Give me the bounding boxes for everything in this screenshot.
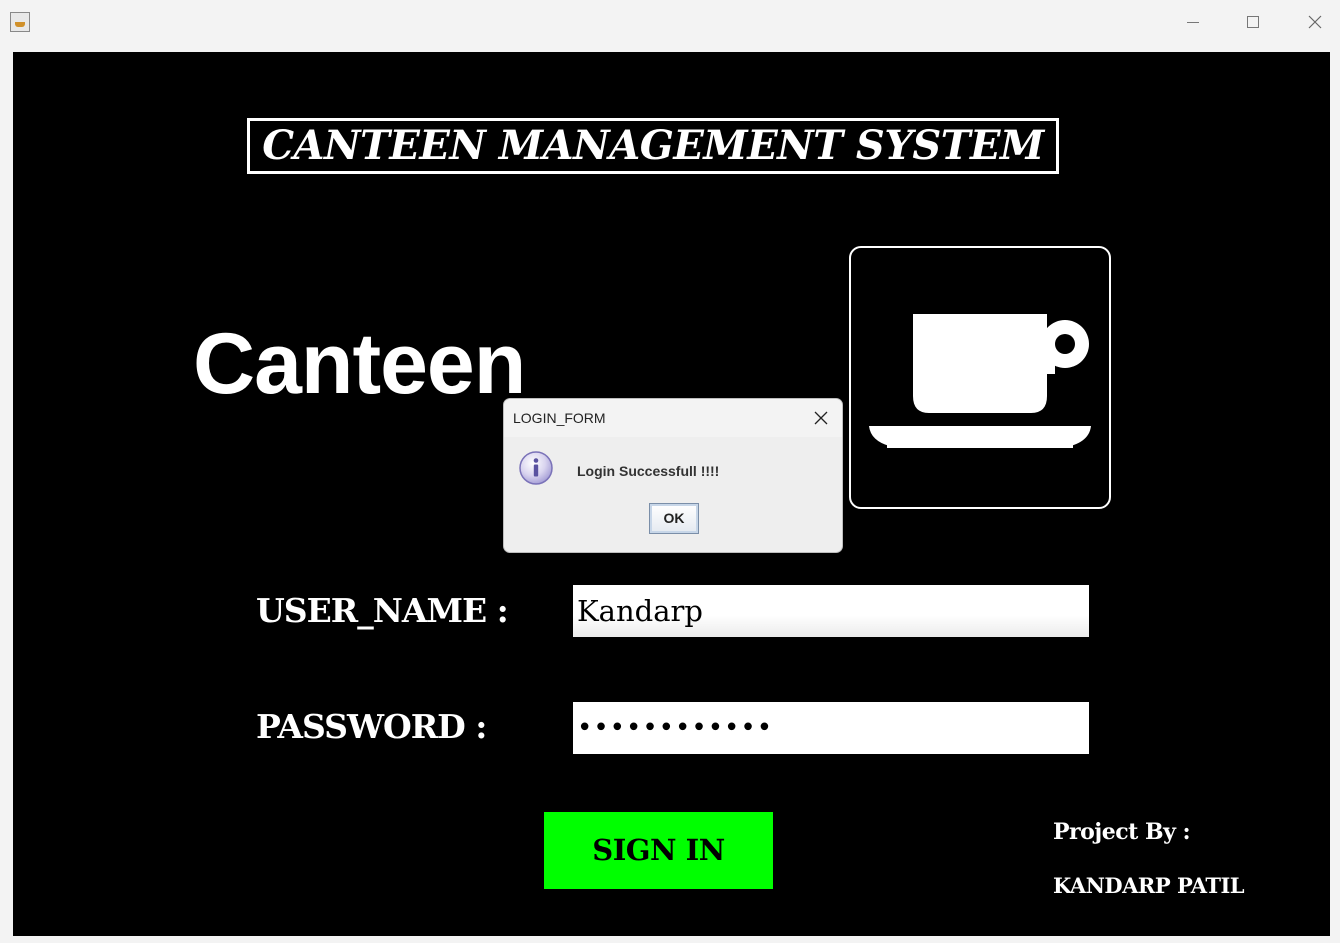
dialog-message: Login Successfull !!!! xyxy=(577,463,720,479)
canteen-logo-text: Canteen xyxy=(193,316,526,412)
java-cup-icon xyxy=(10,12,30,32)
minimize-button[interactable] xyxy=(1170,6,1216,38)
login-success-dialog: LOGIN_FORM Login Successfull !!!! OK xyxy=(503,398,843,553)
dialog-close-button[interactable] xyxy=(808,405,834,431)
window-titlebar xyxy=(0,0,1340,44)
password-field[interactable]: •••••••••••• xyxy=(573,702,1089,754)
page-title: CANTEEN MANAGEMENT SYSTEM xyxy=(247,118,1059,174)
app-window: CANTEEN MANAGEMENT SYSTEM Canteen USER_N… xyxy=(0,0,1340,943)
username-field[interactable]: Kandarp xyxy=(573,585,1089,637)
dialog-titlebar: LOGIN_FORM xyxy=(504,399,842,437)
sign-in-button[interactable]: SIGN IN xyxy=(544,812,773,889)
info-icon xyxy=(518,450,554,490)
ok-button[interactable]: OK xyxy=(649,503,699,534)
username-label: USER_NAME : xyxy=(256,591,509,630)
close-window-button[interactable] xyxy=(1292,6,1338,38)
project-by-label: Project By : xyxy=(1053,819,1191,845)
dialog-title: LOGIN_FORM xyxy=(513,410,606,426)
password-label: PASSWORD : xyxy=(256,707,487,746)
coffee-cup-icon xyxy=(849,246,1111,509)
author-name: KANDARP PATIL xyxy=(1053,873,1245,898)
maximize-button[interactable] xyxy=(1230,6,1276,38)
close-icon xyxy=(814,411,828,425)
close-icon xyxy=(1308,15,1322,29)
